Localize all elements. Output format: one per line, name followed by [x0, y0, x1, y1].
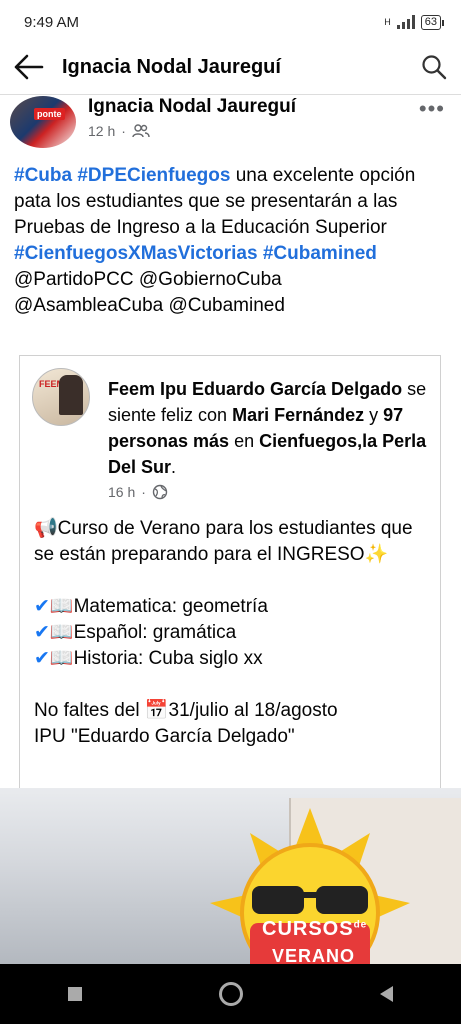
shared-line: 📢Curso de Verano para los estudiantes qu… [34, 518, 413, 565]
search-icon[interactable] [421, 54, 447, 80]
shared-meta: 16 h · [108, 484, 168, 500]
check-icon: ✔ [34, 596, 50, 617]
signal-icon [396, 15, 415, 29]
avatar-text: ponte [34, 108, 65, 120]
home-icon[interactable] [218, 982, 243, 1006]
check-icon: ✔ [34, 648, 50, 669]
checklist-item: ✔📖Matematica: geometría [34, 596, 268, 617]
post-author-name[interactable]: Ignacia Nodal Jaureguí [88, 96, 296, 118]
friends-icon [132, 124, 150, 138]
shared-avatar[interactable]: FEEM [32, 368, 90, 426]
post-text: #Cuba #DPECienfuegos una excelente opció… [14, 163, 444, 319]
shared-line: IPU "Eduardo García Delgado" [34, 726, 295, 747]
app-bar: Ignacia Nodal Jaureguí [0, 44, 461, 90]
post-time[interactable]: 12 h [88, 123, 115, 139]
back-arrow-icon[interactable] [14, 54, 44, 80]
page-title: Ignacia Nodal Jaureguí [62, 55, 281, 78]
mentions-line[interactable]: @PartidoPCC @GobiernoCuba [14, 269, 282, 290]
mentions-line[interactable]: @AsambleaCuba @Cubamined [14, 295, 285, 316]
shared-time[interactable]: 16 h [108, 484, 135, 500]
system-nav-bar [0, 964, 461, 1024]
post-meta: 12 h · [88, 123, 150, 139]
globe-icon [152, 484, 168, 500]
banner-text: VERANO [272, 946, 356, 964]
shared-post[interactable]: FEEM Feem Ipu Eduardo García Delgado se … [19, 355, 441, 795]
banner-text: CURSOSde [262, 918, 368, 940]
back-icon[interactable] [379, 986, 393, 1002]
post-photo[interactable]: CURSOSde VERANO [0, 788, 461, 964]
hashtag-link[interactable]: #DPECienfuegos [77, 165, 230, 186]
hashtag-link[interactable]: #CienfuegosXMasVictorias [14, 243, 258, 264]
more-icon[interactable]: ••• [419, 96, 445, 122]
hashtag-link[interactable]: #Cuba [14, 165, 72, 186]
checklist-item: ✔📖Español: gramática [34, 622, 237, 643]
checklist-item: ✔📖Historia: Cuba siglo xx [34, 648, 263, 669]
shared-body: 📢Curso de Verano para los estudiantes qu… [34, 516, 434, 750]
check-icon: ✔ [34, 622, 50, 643]
hashtag-link[interactable]: #Cubamined [263, 243, 377, 264]
shared-header: Feem Ipu Eduardo García Delgado se sient… [108, 379, 427, 477]
tagged-person[interactable]: Mari Fernández [232, 405, 364, 425]
status-time: 9:49 AM [24, 13, 80, 31]
network-type: H [384, 17, 391, 27]
post-header: ponte Ignacia Nodal Jaureguí 12 h · ••• [10, 96, 451, 154]
shared-author-name[interactable]: Feem Ipu Eduardo García Delgado [108, 379, 402, 399]
author-avatar[interactable]: ponte [10, 96, 76, 148]
recents-icon[interactable] [68, 987, 83, 1001]
shared-line: No faltes del 📅31/julio al 18/agosto [34, 700, 338, 721]
header-divider [0, 94, 461, 95]
status-bar: 9:49 AM H 63 [0, 0, 461, 44]
battery-icon: 63 [420, 14, 445, 30]
